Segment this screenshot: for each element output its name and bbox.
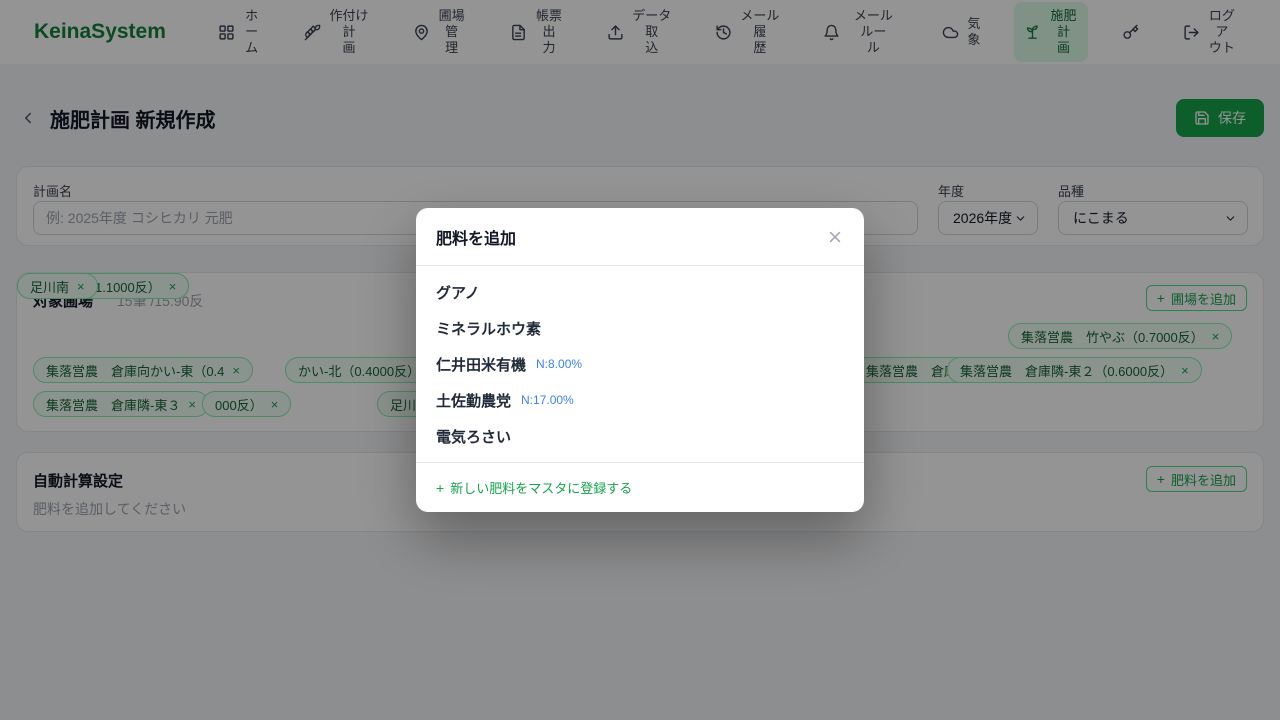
nitrogen-value: N:8.00% xyxy=(536,357,582,371)
nitrogen-value: N:17.00% xyxy=(521,393,574,407)
plus-icon: + xyxy=(436,481,444,495)
modal-header: 肥料を追加 xyxy=(416,208,864,266)
register-new-fertilizer-link[interactable]: + 新しい肥料をマスタに登録する xyxy=(436,478,632,497)
close-icon[interactable] xyxy=(826,228,844,246)
fertilizer-option[interactable]: ミネラルホウ素 xyxy=(416,310,864,346)
modal-footer: + 新しい肥料をマスタに登録する xyxy=(416,462,864,512)
modal-title: 肥料を追加 xyxy=(436,225,826,249)
fertilizer-option[interactable]: 土佐勤農党 N:17.00% xyxy=(416,382,864,418)
fertilizer-option[interactable]: 電気ろさい xyxy=(416,418,864,454)
fertilizer-list: グアノ ミネラルホウ素 仁井田米有機 N:8.00% 土佐勤農党 N:17.00… xyxy=(416,266,864,462)
fertilizer-option[interactable]: グアノ xyxy=(416,274,864,310)
add-fertilizer-modal: 肥料を追加 グアノ ミネラルホウ素 仁井田米有機 N:8.00% 土佐勤農党 N… xyxy=(416,208,864,512)
fertilizer-option[interactable]: 仁井田米有機 N:8.00% xyxy=(416,346,864,382)
